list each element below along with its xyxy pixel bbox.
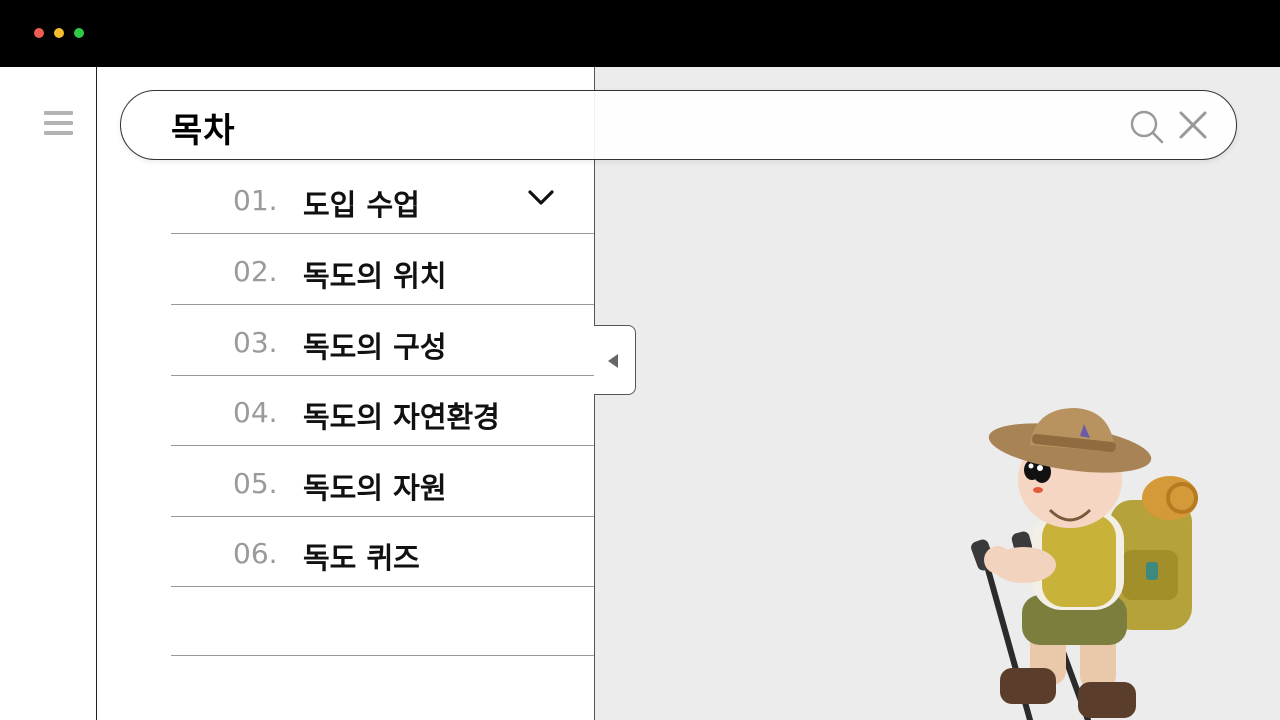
chevron-down-icon[interactable]	[526, 188, 556, 208]
toc-item-02[interactable]: 02. 독도의 위치	[171, 235, 594, 305]
hiker-character-illustration	[971, 408, 1198, 720]
left-rail	[0, 67, 97, 720]
panel-collapse-button[interactable]	[594, 325, 636, 395]
toc-item-06[interactable]: 06. 독도 퀴즈	[171, 517, 594, 587]
caret-left-icon	[608, 354, 618, 368]
toc-item-03[interactable]: 03. 독도의 구성	[171, 306, 594, 376]
toc-item-number: 05.	[233, 467, 278, 500]
search-bar[interactable]: 목차	[120, 90, 1237, 160]
toc-item-number: 01.	[233, 184, 278, 217]
toc-item-number: 04.	[233, 396, 278, 429]
divider	[171, 655, 594, 656]
divider	[171, 233, 594, 234]
search-title: 목차	[171, 111, 236, 151]
toc-item-label: 독도의 구성	[303, 330, 447, 364]
toc-item-04[interactable]: 04. 독도의 자연환경	[171, 376, 594, 446]
window-minimize-button[interactable]	[54, 28, 64, 38]
toc-item-label: 독도의 위치	[303, 259, 447, 293]
toc-item-label: 도입 수업	[303, 188, 420, 222]
hamburger-menu-icon[interactable]	[44, 111, 73, 137]
toc-item-number: 06.	[233, 537, 278, 570]
toc-item-01[interactable]: 01. 도입 수업	[171, 164, 594, 234]
divider	[171, 304, 594, 305]
search-icon[interactable]	[1129, 109, 1165, 145]
divider	[171, 445, 594, 446]
toc-item-label: 독도의 자원	[303, 471, 447, 505]
toc-item-number: 03.	[233, 326, 278, 359]
toc-item-05[interactable]: 05. 독도의 자원	[171, 447, 594, 517]
toc-item-number: 02.	[233, 255, 278, 288]
toc-item-label: 독도의 자연환경	[303, 400, 500, 434]
toc-item-label: 독도 퀴즈	[303, 541, 420, 575]
close-icon[interactable]	[1177, 109, 1209, 141]
window-maximize-button[interactable]	[74, 28, 84, 38]
toc-empty-row	[171, 586, 594, 656]
window-close-button[interactable]	[34, 28, 44, 38]
window-titlebar	[0, 0, 1280, 67]
